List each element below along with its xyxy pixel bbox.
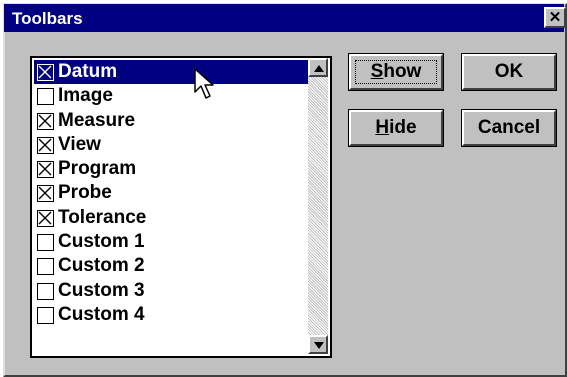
list-item[interactable]: View: [34, 133, 308, 157]
checkbox-checked[interactable]: [37, 136, 54, 154]
checkbox-checked[interactable]: [37, 112, 54, 130]
toolbar-list[interactable]: Datum Image Measure View Program Probe Toleran…: [30, 56, 332, 358]
window-title: Toolbars: [12, 9, 83, 28]
close-button[interactable]: ✕: [544, 7, 566, 28]
ok-button[interactable]: OK: [461, 53, 557, 91]
list-item[interactable]: Probe: [34, 181, 308, 205]
checkbox-unchecked[interactable]: [37, 282, 54, 300]
list-item-label: Custom 2: [58, 255, 145, 277]
scroll-down-button[interactable]: [308, 335, 328, 354]
list-item-label: Custom 4: [58, 303, 145, 325]
list-item-label: View: [58, 133, 101, 155]
hide-button-mnemonic: H: [375, 117, 390, 138]
check-x-icon: [38, 138, 52, 152]
hide-button[interactable]: Hide: [348, 109, 444, 147]
check-x-icon: [38, 65, 52, 79]
cancel-button[interactable]: Cancel: [461, 109, 557, 147]
list-item-label: Probe: [58, 182, 112, 204]
list-item-label: Measure: [58, 109, 136, 131]
check-x-icon: [38, 162, 52, 176]
list-item-label: Tolerance: [58, 206, 147, 228]
list-item[interactable]: Measure: [34, 109, 308, 133]
cancel-button-label: Cancel: [477, 117, 541, 138]
focus-rect: [355, 60, 437, 84]
list-item[interactable]: Datum: [34, 60, 308, 85]
close-icon: ✕: [548, 9, 562, 26]
list-item[interactable]: Custom 3: [34, 279, 308, 303]
checkbox-unchecked[interactable]: [37, 234, 54, 252]
check-x-icon: [38, 211, 52, 225]
checkbox-checked[interactable]: [37, 64, 54, 81]
checkbox-checked[interactable]: [37, 209, 54, 227]
arrow-down-icon: [314, 342, 324, 349]
list-scrollbar[interactable]: [308, 58, 328, 354]
list-item-label: Custom 3: [58, 279, 145, 301]
list-item[interactable]: Program: [34, 157, 308, 181]
ok-button-label: OK: [494, 61, 524, 82]
title-bar[interactable]: Toolbars ✕: [4, 4, 566, 32]
list-item[interactable]: Image: [34, 84, 308, 108]
list-item-label: Program: [58, 158, 137, 180]
check-x-icon: [38, 114, 52, 128]
list-item-label: Image: [58, 85, 113, 107]
mouse-pointer-icon: [194, 68, 214, 99]
list-item[interactable]: Custom 4: [34, 303, 308, 327]
checkbox-unchecked[interactable]: [37, 258, 54, 276]
checkbox-unchecked[interactable]: [37, 88, 54, 106]
toolbar-list-items: Datum Image Measure View Program Probe Toleran…: [34, 60, 308, 327]
checkbox-checked[interactable]: [37, 185, 54, 203]
check-x-icon: [38, 187, 52, 200]
hide-button-label: ide: [389, 117, 417, 138]
checkbox-unchecked[interactable]: [37, 306, 54, 324]
list-item[interactable]: Custom 1: [34, 230, 308, 254]
list-item-label: Custom 1: [58, 231, 145, 253]
scroll-up-button[interactable]: [308, 58, 328, 77]
checkbox-checked[interactable]: [37, 161, 54, 179]
arrow-up-icon: [314, 65, 324, 72]
list-item[interactable]: Tolerance: [34, 206, 308, 230]
list-item-label: Datum: [58, 61, 118, 82]
show-button[interactable]: Show: [348, 53, 444, 91]
list-item[interactable]: Custom 2: [34, 254, 308, 278]
